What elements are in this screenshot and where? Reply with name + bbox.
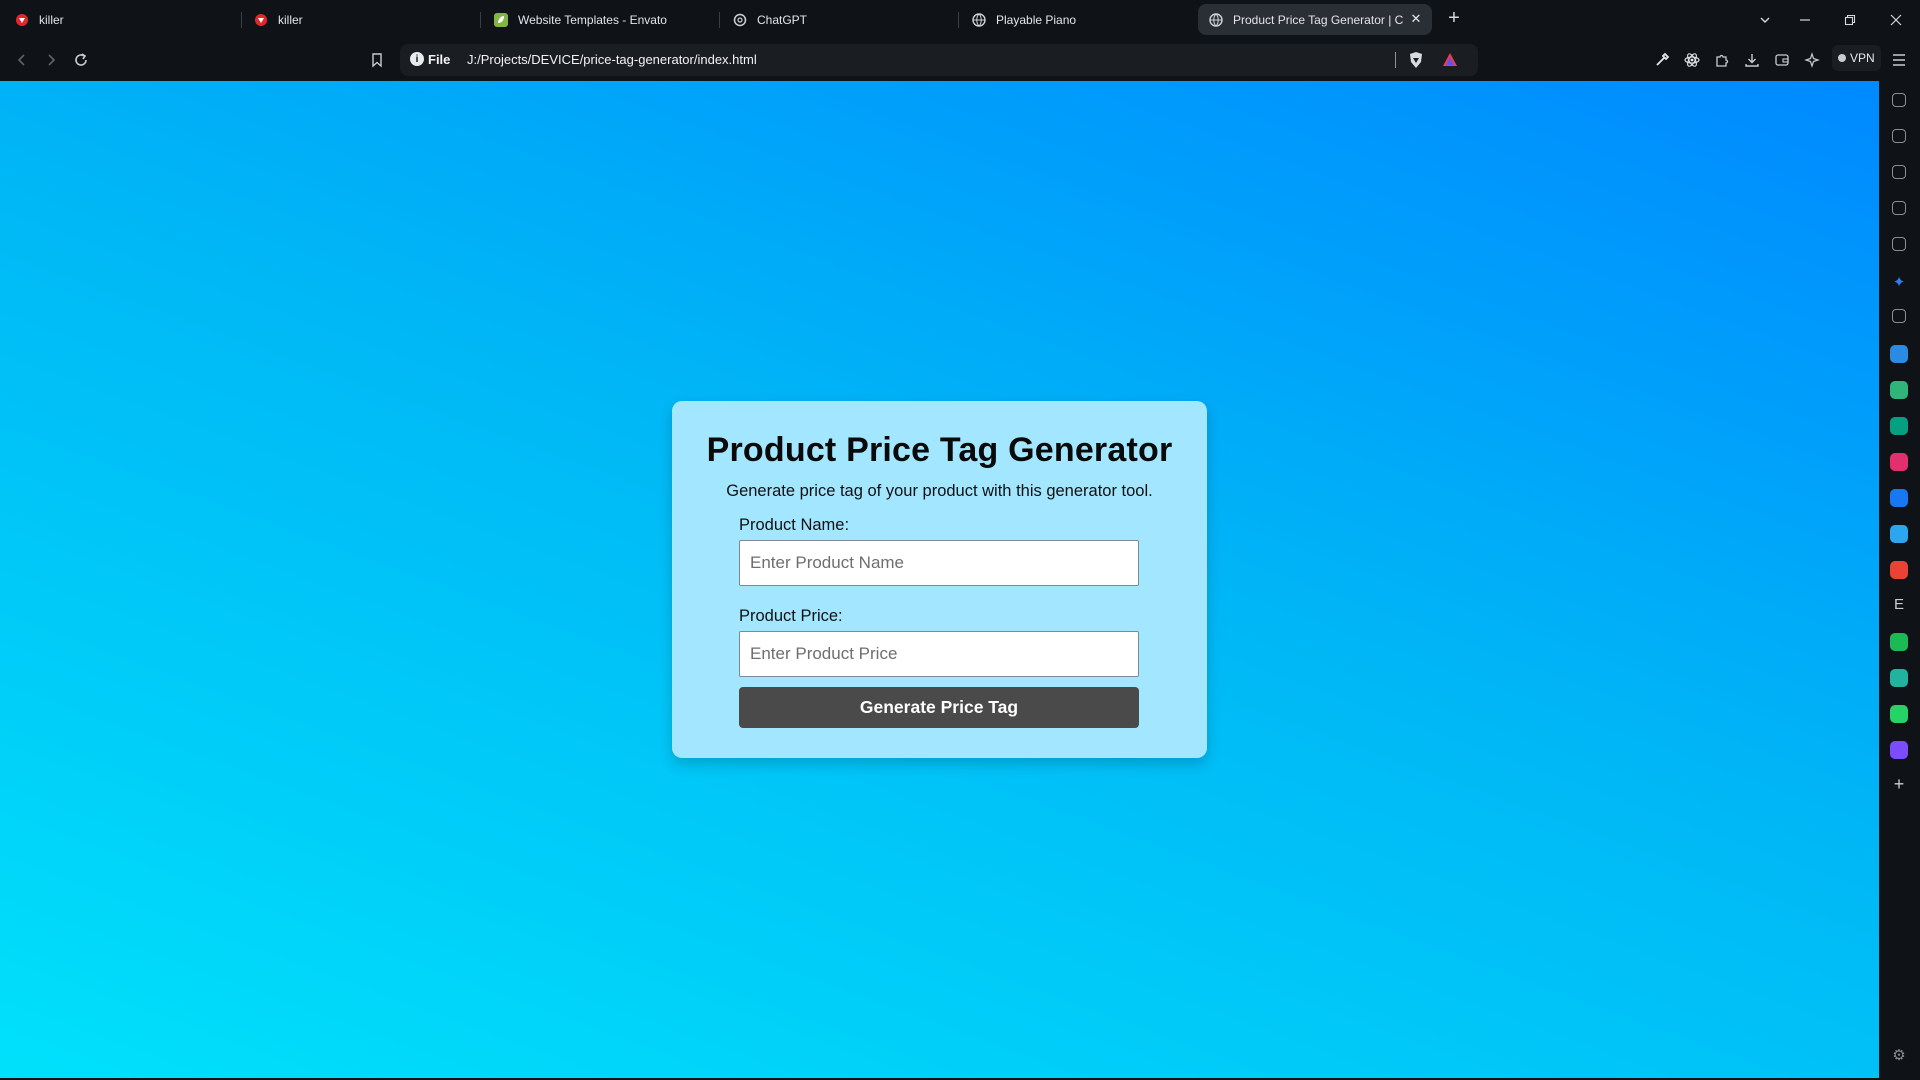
downloads-icon[interactable] (1741, 49, 1763, 71)
tab-title: killer (278, 12, 303, 27)
tab-killer-1[interactable]: killer (4, 4, 234, 35)
tab-title: Website Templates - Envato (518, 12, 667, 27)
minimize-icon[interactable] (1793, 8, 1817, 32)
wallet-icon[interactable] (1892, 165, 1906, 179)
color-picker-icon[interactable] (1651, 49, 1673, 71)
back-icon[interactable] (11, 49, 33, 71)
tab-killer-2[interactable]: killer (243, 4, 473, 35)
product-price-label: Product Price: (739, 607, 843, 625)
new-tab-button[interactable]: + (1443, 8, 1465, 30)
globe-app-icon[interactable] (1892, 309, 1906, 323)
page-viewport: Product Price Tag Generator Generate pri… (0, 81, 1879, 1078)
tab-separator (958, 12, 959, 28)
forward-icon[interactable] (40, 49, 62, 71)
video-icon[interactable] (1892, 129, 1906, 143)
page-title: Product Price Tag Generator (706, 431, 1173, 469)
facebook-icon[interactable] (1890, 489, 1908, 507)
extensions-icon[interactable] (1711, 49, 1733, 71)
pexels-icon[interactable] (1890, 417, 1908, 435)
tab-separator (719, 12, 720, 28)
tab-title: killer (39, 12, 64, 27)
gmail-icon[interactable] (1890, 561, 1908, 579)
side-panel: ✦ E + ⚙ (1879, 81, 1920, 1080)
settings-icon[interactable]: ⚙ (1890, 1046, 1908, 1064)
chat-app-icon[interactable] (1890, 669, 1908, 687)
tab-title: ChatGPT (757, 12, 808, 27)
e-app-icon[interactable]: E (1892, 596, 1906, 613)
dribbble-square-icon[interactable] (1890, 381, 1908, 399)
tab-envato[interactable]: Website Templates - Envato (483, 4, 713, 35)
brave-lion-icon (14, 12, 30, 28)
reading-list-icon[interactable] (1892, 237, 1906, 251)
generate-price-tag-button[interactable]: Generate Price Tag (739, 687, 1139, 728)
product-name-input[interactable] (739, 540, 1139, 586)
wallet-icon[interactable] (1771, 49, 1793, 71)
brave-shields-icon[interactable] (1405, 49, 1427, 71)
tab-title: Product Price Tag Generator | C (1233, 12, 1404, 27)
product-name-label: Product Name: (739, 516, 850, 534)
sparkle-icon[interactable]: ✦ (1890, 273, 1908, 291)
brave-rewards-icon[interactable] (1439, 49, 1461, 71)
add-panel-icon[interactable]: + (1892, 774, 1906, 794)
chatgpt-icon (732, 12, 748, 28)
instagram-icon[interactable] (1890, 453, 1908, 471)
vpn-button[interactable]: VPN (1832, 45, 1881, 71)
tab-search-chevron-icon[interactable] (1753, 8, 1777, 32)
react-devtools-icon[interactable] (1681, 49, 1703, 71)
close-tab-icon[interactable]: ✕ (1408, 11, 1424, 27)
tab-separator (241, 12, 242, 28)
leo-ai-icon[interactable] (1801, 49, 1823, 71)
globe-icon (971, 12, 987, 28)
leo-ai-icon[interactable] (1892, 93, 1906, 107)
spotify-icon[interactable] (1890, 633, 1908, 651)
messenger-icon[interactable] (1890, 741, 1908, 759)
tab-strip: killer killer Website Templates - Envato… (0, 0, 1920, 39)
tab-title: Playable Piano (996, 12, 1077, 27)
tab-separator (480, 12, 481, 28)
url-divider (1395, 52, 1396, 68)
vpn-label: VPN (1850, 51, 1875, 65)
globe-icon (1208, 12, 1224, 28)
price-tag-card: Product Price Tag Generator Generate pri… (672, 401, 1207, 758)
restore-icon[interactable] (1838, 8, 1862, 32)
envato-leaf-icon (493, 12, 509, 28)
menu-icon[interactable] (1888, 49, 1910, 71)
page-subtitle: Generate price tag of your product with … (726, 482, 1153, 500)
address-bar[interactable]: i File J:/Projects/DEVICE/price-tag-gene… (400, 44, 1478, 76)
brave-lion-icon (253, 12, 269, 28)
url-text[interactable]: J:/Projects/DEVICE/price-tag-generator/i… (467, 52, 757, 67)
product-price-input[interactable] (739, 631, 1139, 677)
tab-chatgpt[interactable]: ChatGPT (722, 4, 952, 35)
url-scheme: File (428, 52, 451, 67)
reload-icon[interactable] (70, 49, 92, 71)
refresh-app-icon[interactable] (1890, 525, 1908, 543)
tab-price-tag-generator[interactable]: Product Price Tag Generator | C ✕ (1198, 4, 1432, 35)
whatsapp-icon[interactable] (1890, 705, 1908, 723)
malwarebytes-icon[interactable] (1890, 345, 1908, 363)
close-window-icon[interactable] (1884, 8, 1908, 32)
vpn-status-icon (1838, 54, 1846, 62)
tab-playable-piano[interactable]: Playable Piano (961, 4, 1191, 35)
bookmarks-icon[interactable] (1892, 201, 1906, 215)
site-info-icon[interactable]: i (410, 52, 424, 66)
browser-toolbar: i File J:/Projects/DEVICE/price-tag-gene… (0, 39, 1920, 81)
bookmark-icon[interactable] (366, 49, 388, 71)
